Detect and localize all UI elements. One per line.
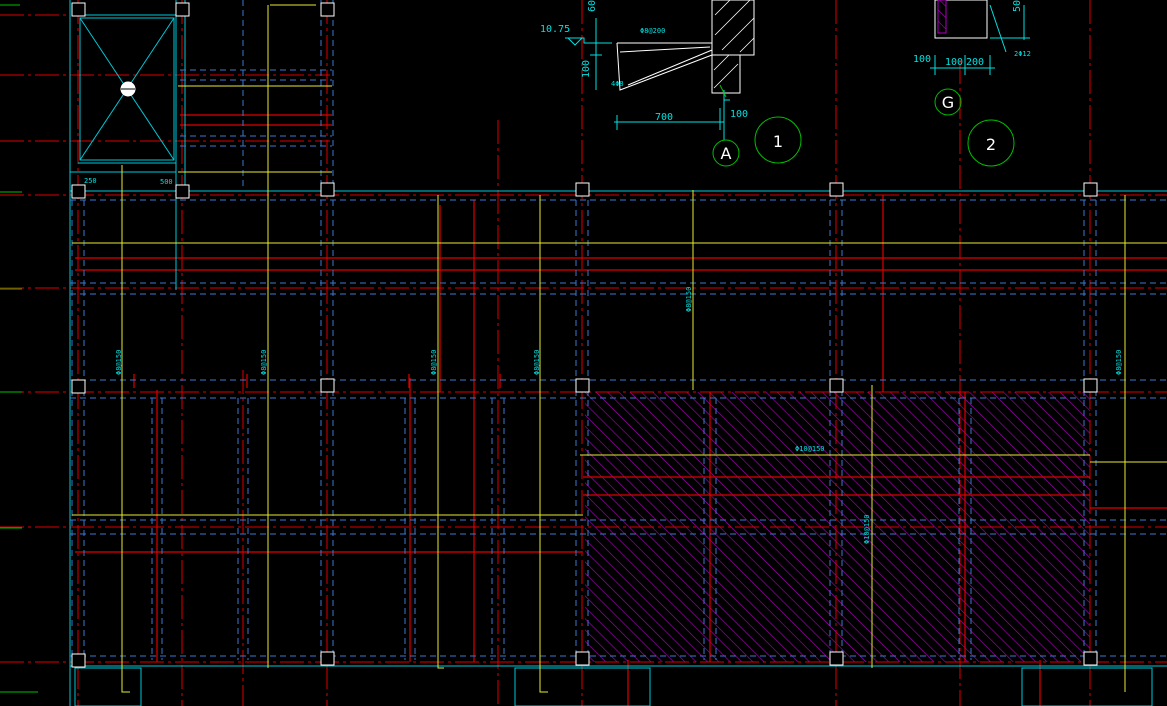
rebar-note-slab-4: Φ8@150: [533, 350, 541, 375]
detail-label-1: 1: [773, 132, 783, 151]
dim-700: 700: [655, 112, 673, 123]
dim-500: 500: [160, 178, 173, 186]
axis-ticks-green: [0, 4, 38, 693]
dim-50: 50: [1012, 0, 1023, 12]
rebar-note-slab-2: Φ8@150: [260, 350, 268, 375]
rebar-note-slab-1: Φ8@150: [115, 350, 123, 375]
rebar-note-slab-7: Φ10@150: [795, 445, 825, 453]
dim-60: 60: [587, 0, 598, 12]
bubble-label-a: A: [721, 144, 732, 163]
bubble-label-g: G: [942, 93, 954, 112]
detail-label-2: 2: [986, 135, 996, 154]
dim-100-g2: 100: [945, 57, 963, 68]
cad-drawing-canvas[interactable]: A G 1 2 10.75 60 100 700 100 100 100 200…: [0, 0, 1167, 706]
elevator-shaft-cross: [79, 17, 175, 161]
rebar-note-g: 2Φ12: [1014, 50, 1031, 58]
dim-100-right: 100: [730, 109, 748, 120]
dim-100-left: 100: [581, 60, 592, 78]
rebar-note-top-b: 4Φ8: [611, 80, 624, 88]
rebar-note-top-a: Φ8@200: [640, 27, 665, 35]
axis-bubbles: [712, 88, 1015, 167]
rebar-note-slab-3: Φ8@150: [430, 350, 438, 375]
dim-200-g: 200: [966, 57, 984, 68]
dim-250: 250: [84, 177, 97, 185]
rebar-note-slab-5: Φ8@150: [685, 287, 693, 312]
rebar-note-slab-8: Φ10@150: [863, 514, 871, 544]
rebar-note-slab-6: Φ8@150: [1115, 350, 1123, 375]
dim-100-g: 100: [913, 54, 931, 65]
elevation-label: 10.75: [540, 24, 570, 35]
